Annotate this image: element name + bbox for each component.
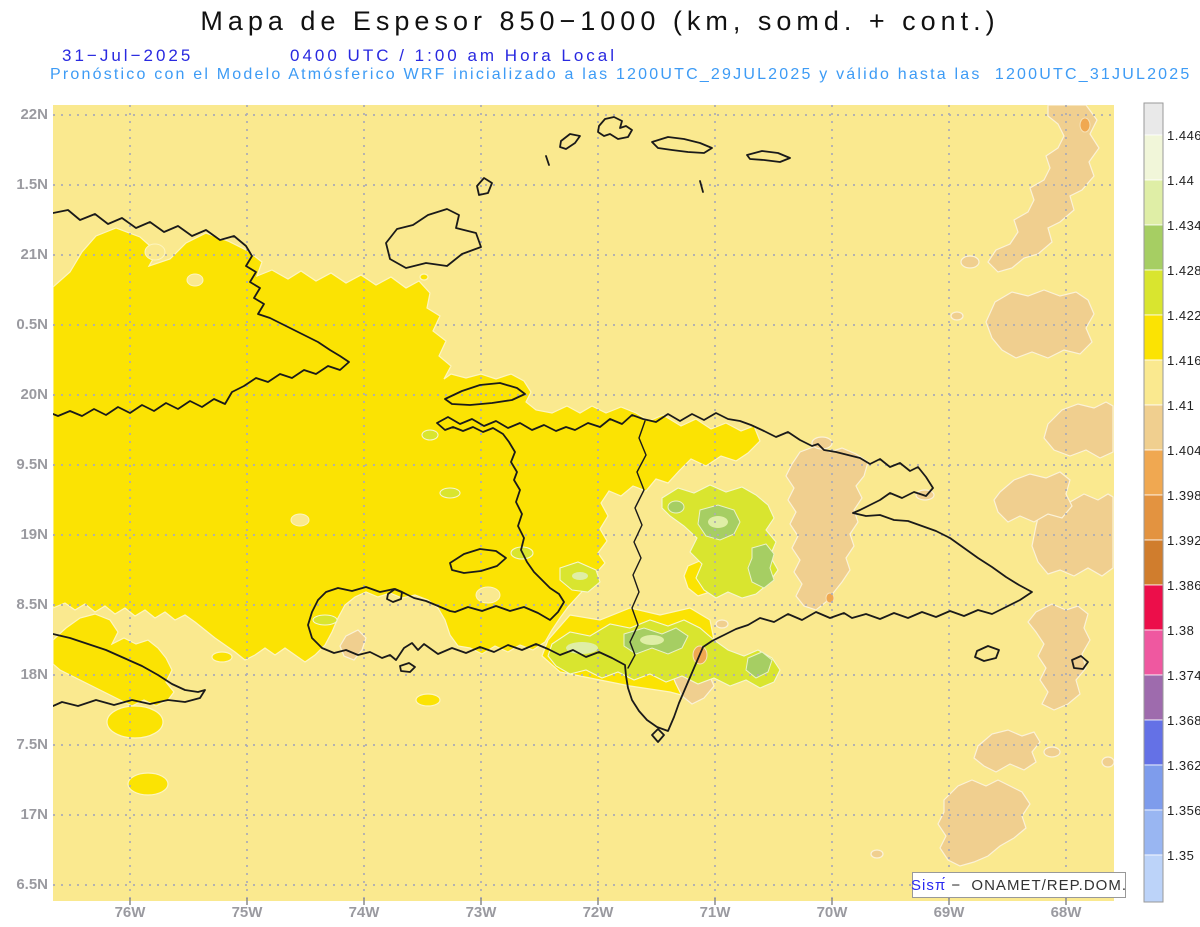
lon-label-74w: 74W — [348, 904, 380, 921]
colorbar-label: 1.374 — [1167, 668, 1200, 683]
attribution-box: Sisπ́ − ONAMET/REP.DOM. — [910, 872, 1128, 898]
colorbar-segment — [1143, 809, 1164, 856]
colorbar-segment — [1143, 359, 1164, 406]
colorbar-label: 1.422 — [1167, 308, 1200, 323]
lon-label-71w: 71W — [699, 904, 731, 921]
lon-label-70w: 70W — [816, 904, 848, 921]
lat-label-20-5n: 0.5N — [16, 316, 48, 333]
lat-label-17n: 17N — [20, 806, 48, 823]
colorbar-segment — [1143, 539, 1164, 586]
lon-label-72w: 72W — [582, 904, 614, 921]
lon-label-75w: 75W — [231, 904, 263, 921]
colorbar-segment — [1143, 102, 1164, 136]
colorbar-segment — [1143, 314, 1164, 361]
colorbar-segment — [1143, 584, 1164, 631]
colorbar-segment — [1143, 179, 1164, 226]
lat-label-18-5n: 8.5N — [16, 596, 48, 613]
colorbar-label: 1.398 — [1167, 488, 1200, 503]
lat-label-18n: 18N — [20, 666, 48, 683]
lon-label-68w: 68W — [1050, 904, 1082, 921]
colorbar-label: 1.428 — [1167, 263, 1200, 278]
colorbar-segment — [1143, 719, 1164, 766]
colorbar-label: 1.44 — [1167, 173, 1195, 188]
lat-label-21-5n: 1.5N — [16, 176, 48, 193]
colorbar-segment — [1143, 404, 1164, 451]
colorbar-segment — [1143, 134, 1164, 181]
colorbar-label: 1.38 — [1167, 623, 1195, 638]
attribution-org: − ONAMET/REP.DOM. — [946, 876, 1128, 894]
lat-label-20n: 20N — [20, 386, 48, 403]
colorbar-segment — [1143, 224, 1164, 271]
weather-map-page: { "header": { "title": "Mapa de Espesor … — [0, 0, 1200, 927]
lat-label-19n: 19N — [20, 526, 48, 543]
colorbar-label: 1.356 — [1167, 803, 1200, 818]
colorbar-segment — [1143, 674, 1164, 721]
lon-label-69w: 69W — [933, 904, 965, 921]
colorbar-segment — [1143, 854, 1164, 903]
attribution-brand: Sisπ́ — [910, 876, 947, 894]
colorbar-label: 1.446 — [1167, 128, 1200, 143]
lon-label-76w: 76W — [114, 904, 146, 921]
lon-label-73w: 73W — [465, 904, 497, 921]
colorbar-label: 1.416 — [1167, 353, 1200, 368]
colorbar-segment — [1143, 629, 1164, 676]
lat-label-21n: 21N — [20, 246, 48, 263]
colorbar-segment — [1143, 269, 1164, 316]
lat-label-16-5n: 6.5N — [16, 876, 48, 893]
colorbar-segment — [1143, 449, 1164, 496]
colorbar-label: 1.368 — [1167, 713, 1200, 728]
colorbar-label: 1.386 — [1167, 578, 1200, 593]
lat-label-22n: 22N — [20, 106, 48, 123]
colorbar-segment — [1143, 494, 1164, 541]
colorbar-label: 1.434 — [1167, 218, 1200, 233]
lat-label-19-5n: 9.5N — [16, 456, 48, 473]
colorbar-label: 1.392 — [1167, 533, 1200, 548]
colorbar-label: 1.35 — [1167, 848, 1195, 863]
colorbar-label: 1.362 — [1167, 758, 1200, 773]
colorbar-label: 1.404 — [1167, 443, 1200, 458]
colorbar — [1143, 102, 1164, 903]
lat-label-17-5n: 7.5N — [16, 736, 48, 753]
colorbar-label: 1.41 — [1167, 398, 1195, 413]
colorbar-segment — [1143, 764, 1164, 811]
